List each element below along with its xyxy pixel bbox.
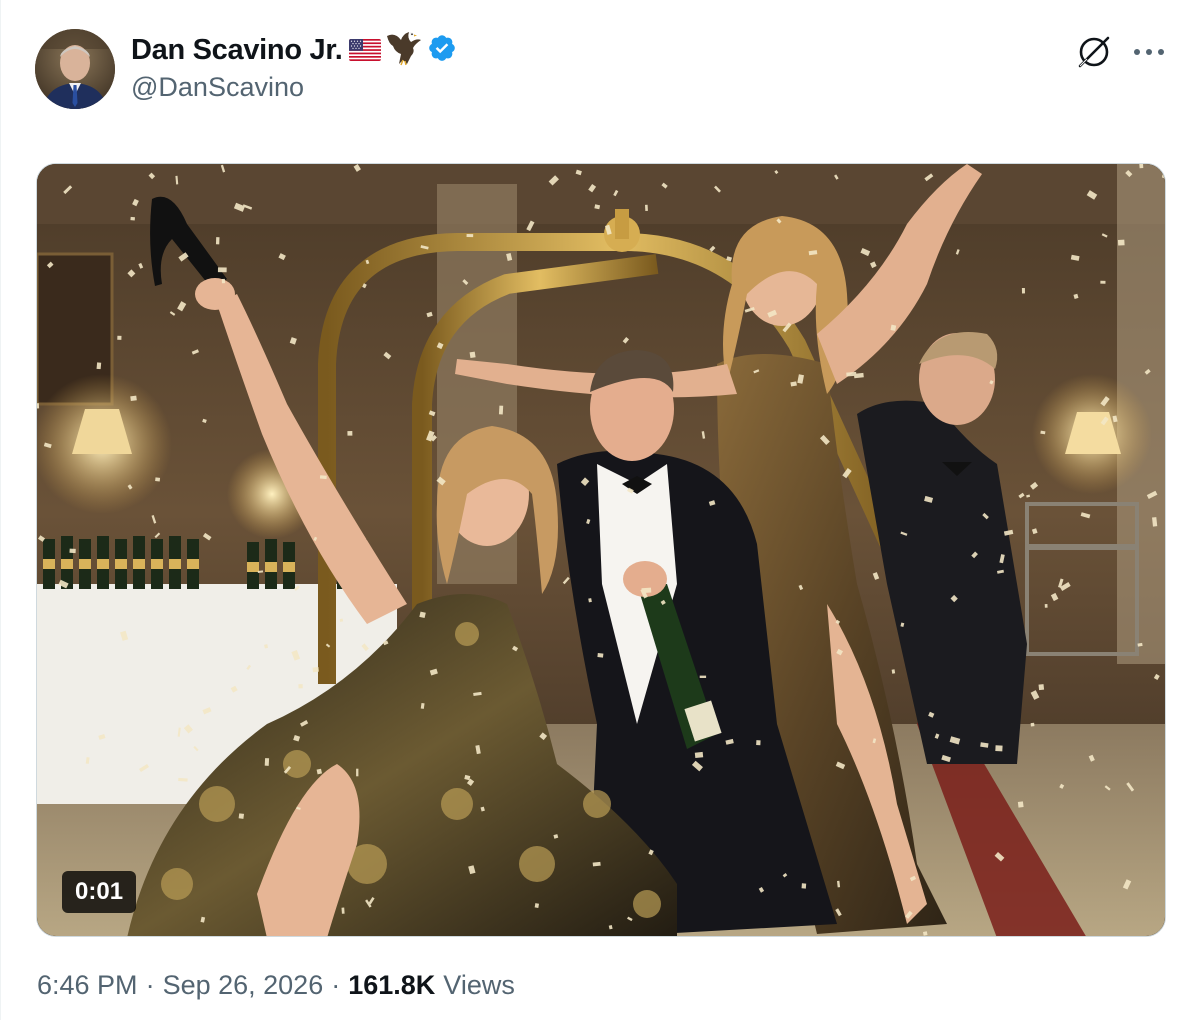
- tweet-date[interactable]: Sep 26, 2026: [163, 970, 324, 1001]
- avatar[interactable]: [35, 29, 115, 109]
- name-row: Dan Scavino Jr.: [131, 30, 457, 70]
- video-player[interactable]: 0:01: [36, 163, 1166, 937]
- us-flag-icon: [348, 39, 381, 61]
- tweet-card: Dan Scavino Jr. @DanScavino 0:01 6:46 PM…: [0, 0, 1194, 1020]
- tweet-meta: 6:46 PM · Sep 26, 2026 · 161.8K Views: [37, 970, 515, 1001]
- video-frame-image: [37, 164, 1165, 936]
- meta-separator: ·: [331, 970, 341, 1000]
- author-block: Dan Scavino Jr. @DanScavino: [131, 30, 457, 103]
- eagle-icon: [385, 30, 423, 71]
- meta-separator: ·: [145, 970, 155, 1000]
- views-count: 161.8K: [348, 970, 436, 1000]
- views-label: Views: [443, 970, 515, 1000]
- grok-icon[interactable]: [1074, 32, 1114, 72]
- video-duration-badge: 0:01: [62, 871, 137, 913]
- more-options-icon[interactable]: [1129, 32, 1169, 72]
- tweet-time[interactable]: 6:46 PM: [37, 970, 138, 1001]
- user-handle[interactable]: @DanScavino: [131, 72, 457, 103]
- verified-badge-icon[interactable]: [427, 33, 457, 68]
- display-name[interactable]: Dan Scavino Jr.: [131, 34, 343, 67]
